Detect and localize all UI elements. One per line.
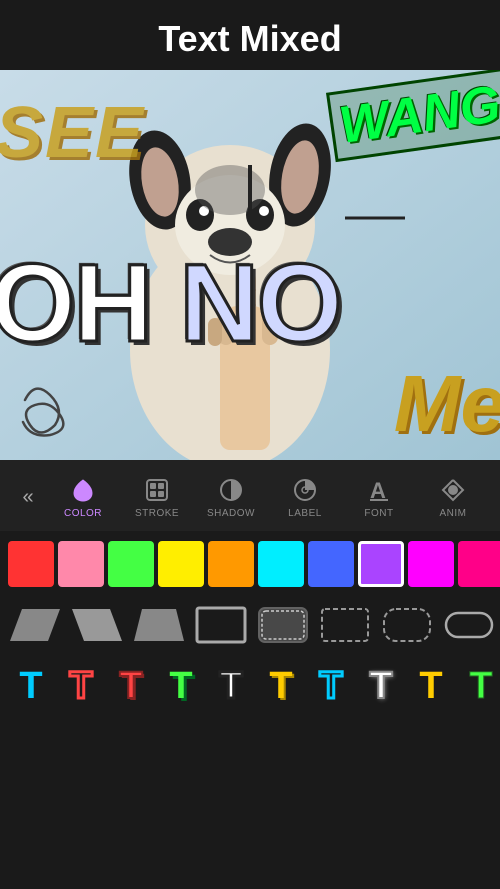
color-swatch-green[interactable]	[108, 541, 154, 587]
shape-parallelogram-left[interactable]	[8, 605, 62, 645]
shadow-icon	[217, 476, 245, 504]
page-title: Text Mixed	[0, 18, 500, 60]
back-button[interactable]: «	[10, 480, 46, 516]
canvas-text-see: SEE	[0, 92, 145, 174]
shape-palette	[0, 597, 500, 653]
font-style-outline[interactable]: T	[58, 661, 104, 711]
color-swatch-yellow[interactable]	[158, 541, 204, 587]
font-style-yellow[interactable]: T	[258, 661, 304, 711]
label-tab-label: LABEL	[288, 508, 322, 519]
canvas-text-me: Me	[394, 358, 500, 450]
font-style-cyan-outline[interactable]: T	[308, 661, 354, 711]
tab-shadow[interactable]: SHADOW	[194, 472, 268, 523]
shape-rectangle[interactable]	[194, 605, 248, 645]
canvas-text-oh-no: OH NO	[0, 240, 341, 367]
color-swatch-blue[interactable]	[308, 541, 354, 587]
shape-dashed-rounded[interactable]	[380, 605, 434, 645]
color-swatch-red[interactable]	[8, 541, 54, 587]
color-swatch-hotpink[interactable]	[458, 541, 500, 587]
color-icon	[69, 476, 97, 504]
color-swatch-purple[interactable]	[358, 541, 404, 587]
tab-stroke[interactable]: STROKE	[120, 472, 194, 523]
anim-tab-label: ANIM	[440, 508, 467, 519]
stroke-icon	[143, 476, 171, 504]
font-style-plain[interactable]: T	[8, 661, 54, 711]
shape-rounded-rect[interactable]	[256, 605, 310, 645]
cursor	[248, 165, 252, 220]
font-style-green[interactable]: T	[458, 661, 500, 711]
color-swatch-orange[interactable]	[208, 541, 254, 587]
header: Text Mixed	[0, 0, 500, 70]
color-swatch-magenta[interactable]	[408, 541, 454, 587]
color-palette	[0, 531, 500, 597]
shape-trapezoid[interactable]	[132, 605, 186, 645]
font-style-yellow-flat[interactable]: T	[408, 661, 454, 711]
stroke-tab-label: STROKE	[135, 508, 179, 519]
font-tab-label: FONT	[364, 508, 393, 519]
shape-parallelogram-right[interactable]	[70, 605, 124, 645]
tab-color[interactable]: COLOR	[46, 472, 120, 523]
tab-font[interactable]: A FONT	[342, 472, 416, 523]
font-style-white-stroke[interactable]: T	[208, 661, 254, 711]
anim-icon	[439, 476, 467, 504]
shadow-tab-label: SHADOW	[207, 508, 255, 519]
font-style-bold-outline[interactable]: T	[108, 661, 154, 711]
label-icon	[291, 476, 319, 504]
tab-anim[interactable]: ANIM	[416, 472, 490, 523]
shape-dashed-rect[interactable]	[318, 605, 372, 645]
font-style-white-outline[interactable]: T	[358, 661, 404, 711]
canvas: SEE WANG OH NO Me	[0, 70, 500, 460]
shape-pill[interactable]	[442, 605, 496, 645]
color-swatch-pink[interactable]	[58, 541, 104, 587]
font-style-shadow[interactable]: T	[158, 661, 204, 711]
toolbar: « COLOR STROKE	[0, 460, 500, 531]
tab-label[interactable]: LABEL	[268, 472, 342, 523]
color-tab-label: COLOR	[64, 508, 102, 519]
toolbar-tabs: « COLOR STROKE	[0, 472, 500, 523]
font-style-palette: T T T T T T T T T T	[0, 653, 500, 719]
font-icon: A	[365, 476, 393, 504]
color-swatch-cyan[interactable]	[258, 541, 304, 587]
